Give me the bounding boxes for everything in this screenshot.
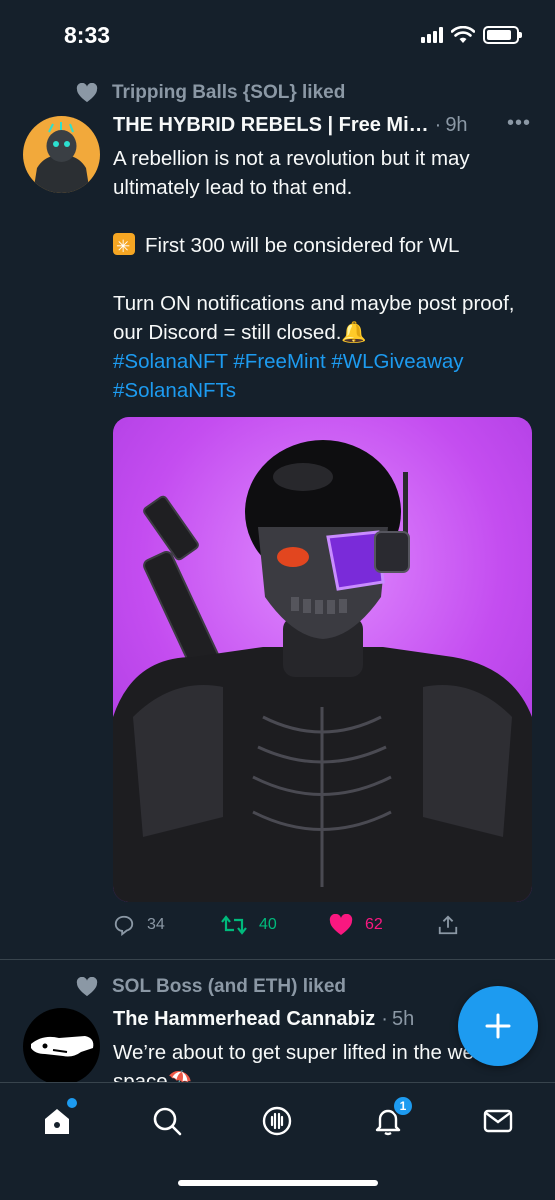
tweet-time: 5h xyxy=(391,1008,415,1030)
tab-spaces[interactable] xyxy=(257,1101,297,1141)
like-count: 62 xyxy=(365,916,383,933)
spaces-microphone-icon xyxy=(262,1106,292,1136)
tweet-time: 9h xyxy=(445,114,468,136)
heart-icon xyxy=(76,977,98,997)
retweet-count: 40 xyxy=(259,916,277,933)
sparkle-emoji-icon xyxy=(113,232,135,261)
tweet-text: A rebellion is not a revolution but it m… xyxy=(113,144,533,405)
wifi-icon xyxy=(451,26,475,43)
social-context: SOL Boss (and ETH) liked xyxy=(76,976,346,998)
heart-filled-icon xyxy=(329,914,353,935)
more-options-icon[interactable]: ••• xyxy=(507,112,531,135)
status-time: 8:33 xyxy=(64,22,111,48)
social-context: Tripping Balls {SOL} liked xyxy=(76,82,345,104)
author-name[interactable]: THE HYBRID REBELS | Free Mi… xyxy=(113,114,429,137)
retweet-icon xyxy=(221,915,247,935)
status-icons xyxy=(421,26,522,44)
notifications-badge: 1 xyxy=(392,1095,414,1117)
search-icon xyxy=(153,1107,182,1136)
tab-search[interactable] xyxy=(147,1101,187,1141)
mail-icon xyxy=(483,1109,513,1133)
tab-home[interactable] xyxy=(37,1098,77,1141)
cellular-signal-icon xyxy=(421,27,443,43)
tab-notifications[interactable]: 1 xyxy=(368,1095,414,1141)
unread-dot xyxy=(67,1098,77,1108)
home-indicator xyxy=(178,1180,378,1186)
plus-icon xyxy=(485,1013,511,1039)
reply-button[interactable]: 34 xyxy=(113,914,165,936)
tweet-header: THE HYBRID REBELS | Free Mi… · 9h xyxy=(113,114,468,137)
author-name[interactable]: The Hammerhead Cannabiz xyxy=(113,1008,375,1031)
reply-icon xyxy=(114,915,134,936)
compose-tweet-button[interactable] xyxy=(458,986,538,1066)
retweet-button[interactable]: 40 xyxy=(221,914,277,936)
heart-icon xyxy=(76,83,98,103)
social-context-text: SOL Boss (and ETH) liked xyxy=(112,976,347,997)
tweet-media-image[interactable] xyxy=(113,417,532,902)
share-button[interactable] xyxy=(437,914,459,936)
hashtags[interactable]: #SolanaNFT #FreeMint #WLGiveaway #Solana… xyxy=(113,347,533,405)
avatar[interactable] xyxy=(23,1008,100,1085)
status-bar: 8:33 xyxy=(0,0,555,70)
reply-count: 34 xyxy=(147,916,165,933)
home-icon xyxy=(45,1109,69,1134)
social-context-text: Tripping Balls {SOL} liked xyxy=(112,82,346,103)
share-icon xyxy=(438,915,458,935)
battery-icon xyxy=(483,26,522,44)
tab-messages[interactable] xyxy=(478,1101,518,1141)
like-button[interactable]: 62 xyxy=(329,914,383,936)
avatar[interactable] xyxy=(23,116,100,193)
tweet-divider xyxy=(0,959,555,960)
tweet-actions: 34 40 62 xyxy=(113,914,533,944)
